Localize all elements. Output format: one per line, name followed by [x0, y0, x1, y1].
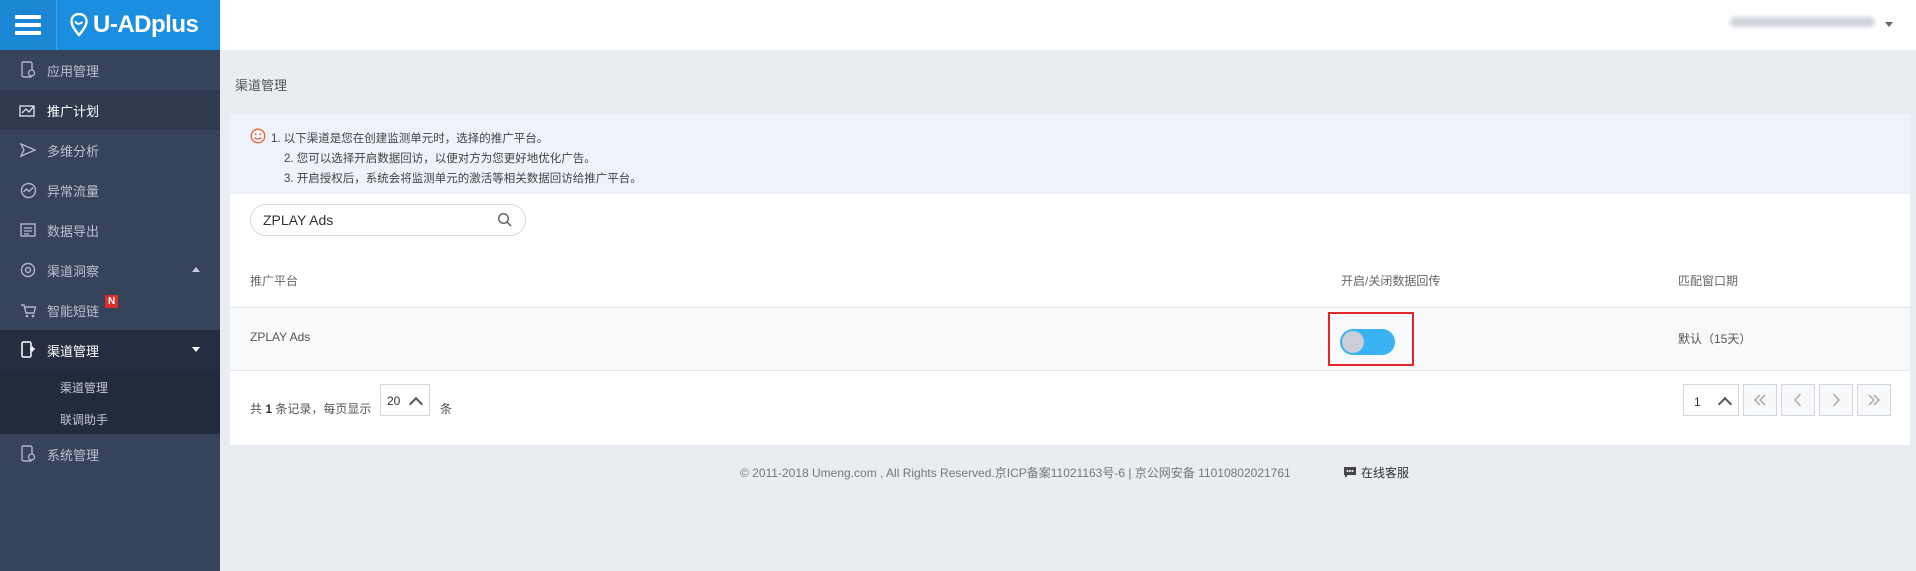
caret-up-icon [192, 267, 200, 272]
sidebar-item-channel-insight[interactable]: 渠道洞察 [0, 250, 220, 290]
chevron-right-icon [1832, 393, 1841, 407]
platform-cell: ZPLAY Ads [250, 330, 311, 344]
copyright-footer: © 2011-2018 Umeng.com , All Rights Reser… [740, 466, 1291, 480]
online-service-label: 在线客服 [1361, 466, 1410, 480]
page-size-value: 20 [387, 394, 401, 408]
hamburger-menu-icon[interactable] [0, 0, 57, 50]
sidebar-item-campaign[interactable]: 推广计划 [0, 90, 220, 130]
trend-icon [18, 181, 38, 199]
cart-icon [18, 301, 38, 319]
chevron-up-icon [1717, 396, 1733, 412]
search-box [250, 204, 526, 236]
content-panel: 1. 以下渠道是您在创建监测单元时，选择的推广平台。 2. 您可以选择开启数据回… [230, 114, 1910, 445]
insight-icon [18, 261, 38, 279]
logo-bar: U-ADplus [0, 0, 220, 50]
total-prefix: 共 [250, 402, 263, 416]
location-pin-icon [70, 13, 88, 37]
caret-down-icon [192, 347, 200, 352]
sidebar-item-smart-link[interactable]: 智能短链 N [0, 290, 220, 330]
notice-line-2: 2. 您可以选择开启数据回访，以便对方为您更好地优化广告。 [284, 153, 596, 165]
sidebar-item-analysis[interactable]: 多维分析 [0, 130, 220, 170]
prev-page-button[interactable] [1781, 384, 1815, 416]
page-number-select[interactable]: 1 [1683, 384, 1739, 416]
divider [230, 370, 1910, 371]
current-page-value: 1 [1694, 395, 1701, 409]
send-icon [18, 141, 38, 159]
window-cell: 默认（15天） [1678, 332, 1752, 346]
sidebar-item-abnormal-traffic[interactable]: 异常流量 [0, 170, 220, 210]
new-badge: N [105, 295, 119, 308]
page-size-select[interactable]: 20 [380, 384, 430, 416]
records-per-page-text: 条记录，每页显示 [275, 402, 372, 416]
app-name: U-ADplus [93, 11, 199, 38]
channel-icon [18, 341, 38, 359]
toggle-knob [1342, 331, 1364, 353]
total-records-text: 共 1 条记录，每页显示 [250, 400, 371, 417]
sidebar-item-label: 多维分析 [47, 143, 100, 159]
next-page-button[interactable] [1819, 384, 1853, 416]
data-return-toggle[interactable] [1340, 329, 1395, 355]
column-header-window: 匹配窗口期 [1678, 274, 1739, 288]
export-icon [18, 221, 38, 239]
notice-line-1: 1. 以下渠道是您在创建监测单元时，选择的推广平台。 [271, 133, 549, 145]
sidebar-item-label: 异常流量 [47, 183, 100, 199]
sidebar-item-label: 渠道管理 [47, 343, 100, 359]
channel-submenu: 渠道管理 联调助手 [0, 370, 220, 434]
sidebar-item-system-management[interactable]: 系统管理 [0, 434, 220, 474]
double-chevron-right-icon [1868, 394, 1881, 406]
total-count: 1 [265, 402, 273, 416]
column-header-data-return: 开启/关闭数据回传 [1341, 274, 1441, 288]
chevron-up-icon [408, 396, 424, 412]
sidebar-item-label: 数据导出 [47, 223, 100, 239]
submenu-item-channel-management[interactable]: 渠道管理 [60, 379, 108, 396]
top-bar [220, 0, 1916, 50]
sidebar-item-label: 推广计划 [47, 103, 100, 119]
notice-line-3: 3. 开启授权后，系统会将监测单元的激活等相关数据回访给推广平台。 [284, 173, 642, 185]
submenu-item-debug-assistant[interactable]: 联调助手 [60, 411, 108, 428]
double-chevron-left-icon [1753, 394, 1766, 406]
settings-phone-icon [18, 445, 38, 463]
smile-icon [250, 128, 266, 144]
chevron-left-icon [1793, 393, 1802, 407]
chat-bubble-icon [1344, 467, 1356, 478]
sidebar-item-label: 渠道洞察 [47, 263, 100, 279]
column-header-platform: 推广平台 [250, 274, 299, 288]
notice-box: 1. 以下渠道是您在创建监测单元时，选择的推广平台。 2. 您可以选择开启数据回… [230, 114, 1910, 194]
table-row: ZPLAY Ads 默认（15天） [230, 308, 1910, 370]
user-dropdown-icon[interactable] [1885, 22, 1893, 27]
online-service-link[interactable]: 在线客服 [1342, 464, 1409, 481]
app-phone-icon [18, 61, 38, 79]
first-page-button[interactable] [1743, 384, 1777, 416]
last-page-button[interactable] [1857, 384, 1891, 416]
breadcrumb: 渠道管理 [235, 78, 288, 93]
app-logo[interactable]: U-ADplus [70, 8, 199, 42]
sidebar-item-label: 智能短链 [47, 303, 100, 319]
search-input[interactable] [263, 205, 493, 235]
sidebar: U-ADplus 应用管理 推广计划 多维分析 异常流量 数据导出 渠道洞察 智… [0, 0, 220, 571]
campaign-icon [18, 101, 38, 119]
page-size-suffix: 条 [440, 402, 453, 416]
user-account-name[interactable] [1730, 17, 1875, 27]
sidebar-item-channel-management[interactable]: 渠道管理 [0, 330, 220, 370]
search-icon[interactable] [497, 212, 513, 228]
sidebar-item-label: 应用管理 [47, 63, 100, 79]
sidebar-item-data-export[interactable]: 数据导出 [0, 210, 220, 250]
sidebar-item-app-management[interactable]: 应用管理 [0, 50, 220, 90]
sidebar-item-label: 系统管理 [47, 447, 100, 463]
